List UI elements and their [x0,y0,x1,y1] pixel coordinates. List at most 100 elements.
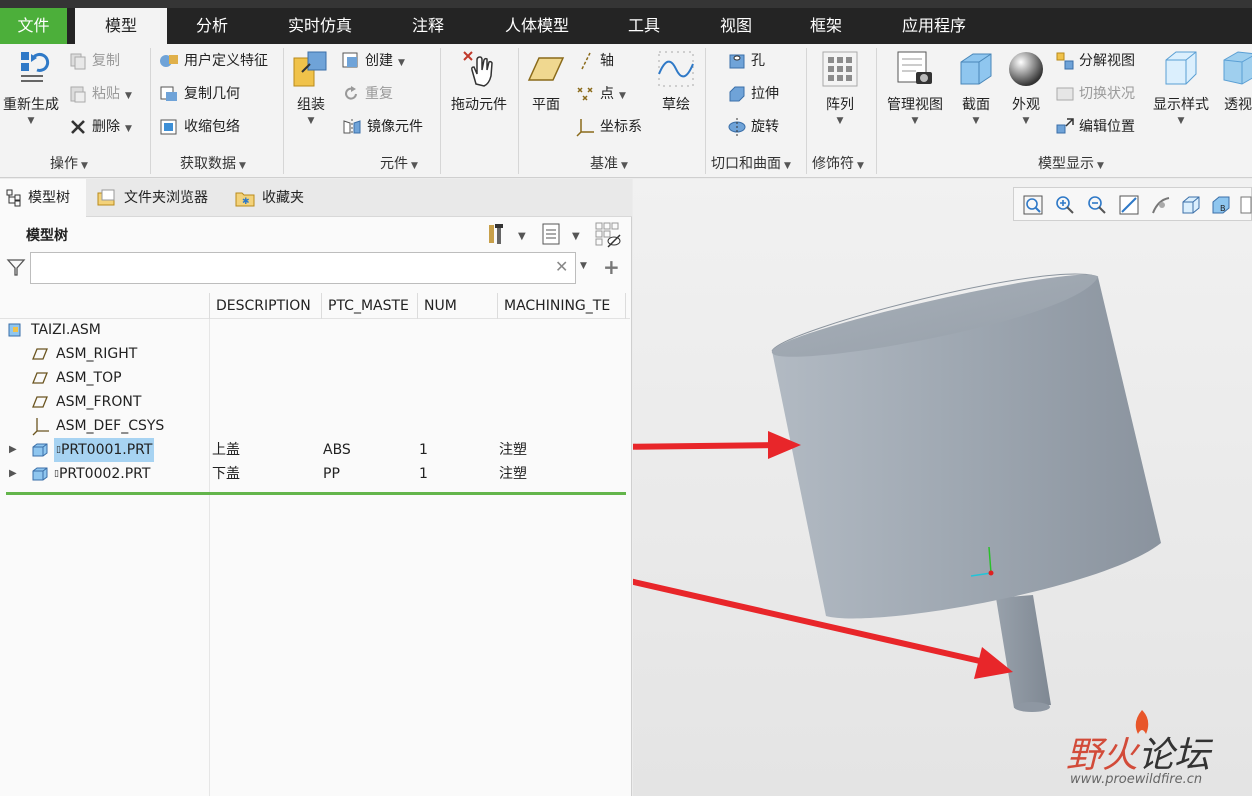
tab-manikin[interactable]: 人体模型 [492,8,582,44]
tree-show-button[interactable]: ▼ [540,221,586,247]
graphics-window[interactable]: B [633,179,1252,796]
toggle-status-button[interactable]: 切换状况 [1055,82,1135,106]
point-button[interactable]: 点 ▼ [576,82,626,106]
copy-geometry-label: 复制几何 [184,86,240,102]
tab-analysis[interactable]: 分析 [178,8,246,44]
copy-geometry-button[interactable]: 复制几何 [158,82,240,106]
copy-button[interactable]: 复制 [68,49,120,73]
tab-annotate[interactable]: 注释 [398,8,458,44]
tab-applications[interactable]: 应用程序 [886,8,982,44]
group-label-component[interactable]: 元件 ▼ [380,153,418,173]
tab-folder-browser-label: 文件夹浏览器 [124,190,208,206]
watermark-url: www.proewildfire.cn [1070,772,1203,787]
section-button[interactable]: 截面 ▼ [954,48,998,126]
plane-button[interactable]: 平面 [524,48,568,114]
sketch-button[interactable]: 草绘 [654,48,698,114]
shrinkwrap-button[interactable]: 收缩包络 [158,115,240,139]
tab-view[interactable]: 视图 [706,8,766,44]
hole-button[interactable]: 孔 [727,49,765,73]
tree-item-prt0002[interactable]: ▶ ▯PRT0002.PRT 下盖 PP 1 注塑 [0,462,630,486]
display-style-button[interactable]: 显示样式 ▼ [1148,48,1214,126]
tab-model[interactable]: 模型 [75,8,167,44]
pattern-label: 阵列 [826,97,854,113]
point-icon [577,87,593,101]
tab-tools[interactable]: 工具 [614,8,674,44]
cylinder-body[interactable] [771,273,1161,619]
chevron-down-icon: ▼ [836,116,844,126]
tree-item-asm-top[interactable]: ASM_TOP [0,366,630,390]
manage-views-icon [897,51,932,84]
sketch-icon [658,51,694,87]
expand-arrow-icon[interactable]: ▶ [9,462,17,486]
tree-visibility-button[interactable] [594,221,624,248]
drag-components-label: 拖动元件 [451,97,507,113]
column-description[interactable]: DESCRIPTION [209,293,321,319]
exploded-view-button[interactable]: 分解视图 [1055,49,1135,73]
axis-button[interactable]: 轴 [576,49,614,73]
edit-position-label: 编辑位置 [1079,119,1135,135]
drag-components-button[interactable]: 拖动元件 [446,48,512,114]
column-machining[interactable]: MACHINING_TE [497,293,626,319]
search-options-chevron-icon[interactable]: ▼ [580,261,587,271]
mirror-component-button[interactable]: 镜像元件 [341,115,423,139]
coordinate-system-icon [32,418,49,436]
tree-item-asm-front[interactable]: ASM_FRONT [0,390,630,414]
extrude-button[interactable]: 拉伸 [727,82,779,106]
tab-framework[interactable]: 框架 [796,8,856,44]
pattern-button[interactable]: 阵列 ▼ [816,48,864,126]
tab-file[interactable]: 文件 [0,8,67,44]
group-label-datum[interactable]: 基准 ▼ [590,153,628,173]
tree-item-asm-right[interactable]: ASM_RIGHT [0,342,630,366]
tree-item-label: ASM_TOP [56,370,122,386]
paste-button[interactable]: 粘贴 ▼ [68,82,132,106]
expand-arrow-icon[interactable]: ▶ [9,438,17,462]
cell-material: ABS [323,442,351,458]
tree-root-row[interactable]: TAIZI.ASM [0,318,630,342]
group-label-operations[interactable]: 操作 ▼ [50,153,88,173]
tree-item-asm-def-csys[interactable]: ASM_DEF_CSYS [0,414,630,438]
cell-description: 上盖 [212,442,240,458]
manage-views-button[interactable]: 管理视图 ▼ [882,48,948,126]
group-label-cuts-surfaces[interactable]: 切口和曲面 ▼ [711,153,791,173]
group-label-model-display[interactable]: 模型显示 ▼ [1038,153,1104,173]
clear-search-icon[interactable]: ✕ [555,257,568,276]
regenerate-label: 重新生成 [3,97,59,113]
column-num[interactable]: NUM [417,293,497,319]
exploded-view-icon [1056,52,1074,70]
edit-position-button[interactable]: 编辑位置 [1055,115,1135,139]
user-defined-feature-button[interactable]: 用户定义特征 [158,49,268,73]
assemble-button[interactable]: 组装 ▼ [288,48,334,126]
section-icon [960,53,992,85]
plane-icon [527,57,565,81]
tree-item-prt0001[interactable]: ▶ ▯PRT0001.PRT 上盖 ABS 1 注塑 [0,438,630,462]
copy-geometry-icon [160,86,177,101]
appearance-button[interactable]: 外观 ▼ [1004,48,1048,126]
tab-model-tree[interactable]: 模型树 [0,179,86,217]
regenerate-icon [21,52,50,82]
paste-label: 粘贴 [92,86,120,102]
tab-realtime-simulation[interactable]: 实时仿真 [276,8,364,44]
csys-button[interactable]: 坐标系 [576,115,642,139]
tab-folder-browser[interactable]: 文件夹浏览器 [90,179,224,217]
delete-button[interactable]: 删除 ▼ [68,115,132,139]
tree-settings-button[interactable]: ▼ [486,221,532,247]
group-label-modifiers[interactable]: 修饰符 ▼ [812,153,864,173]
revolve-label: 旋转 [751,119,779,135]
pin-body[interactable] [996,595,1051,712]
tab-favorites[interactable]: ✱ 收藏夹 [228,179,320,217]
mirror-component-label: 镜像元件 [367,119,423,135]
repeat-button[interactable]: 重复 [341,82,393,106]
extrude-label: 拉伸 [751,86,779,102]
regenerate-button[interactable]: 重新生成 ▼ [0,48,62,126]
group-divider [518,48,519,174]
cell-machining: 注塑 [499,442,527,458]
add-column-icon[interactable]: + [603,255,620,279]
perspective-button[interactable]: 透视 [1218,48,1252,114]
create-button[interactable]: 创建 ▼ [341,49,405,73]
revolve-button[interactable]: 旋转 [727,115,779,139]
column-ptc-master[interactable]: PTC_MASTE [321,293,417,319]
group-label-get-data[interactable]: 获取数据 ▼ [180,153,246,173]
display-style-cube-icon [1165,51,1197,85]
tree-search-input[interactable] [30,252,576,284]
filter-icon[interactable] [6,257,26,277]
